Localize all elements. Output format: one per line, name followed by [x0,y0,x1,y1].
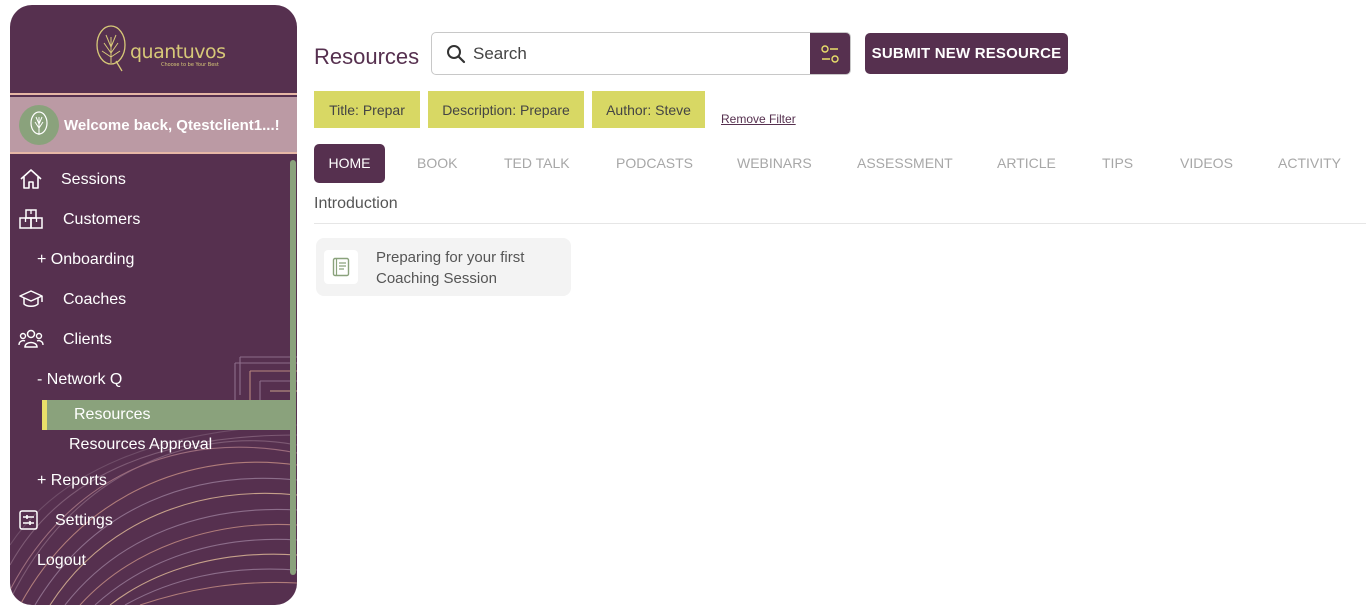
brand-name: quantuvos [130,41,226,63]
sidebar-item-label: + Reports [37,472,107,489]
tree-avatar-icon [30,111,48,135]
search-icon [447,45,466,64]
tree-logo-icon [96,25,126,72]
sidebar-item-resources-approval[interactable]: Resources Approval [10,428,297,462]
sidebar-item-sessions[interactable]: Sessions [10,163,297,197]
tab-article[interactable]: ARTICLE [997,155,1056,171]
sidebar-item-resources[interactable]: Resources [42,400,291,430]
resource-title: Preparing for your first Coaching Sessio… [376,249,525,287]
sidebar-item-label: Customers [63,211,141,228]
category-tabs: HOME BOOK TED TALK PODCASTS WEBINARS ASS… [314,144,1366,183]
tab-activity[interactable]: ACTIVITY [1278,155,1341,171]
brand-tagline: Choose to be Your Best [161,62,219,68]
sidebar-item-label: + Onboarding [37,251,135,268]
sidebar-item-clients[interactable]: Clients [10,323,297,357]
tab-ted-talk[interactable]: TED TALK [504,155,570,171]
sidebar-item-label: Clients [63,331,112,348]
sidebar-item-coaches[interactable]: Coaches [10,283,297,317]
section-title: Introduction [314,195,398,212]
sidebar-item-label: Settings [55,512,113,529]
tab-videos[interactable]: VIDEOS [1180,155,1233,171]
page-title: Resources [314,44,420,69]
sidebar-item-logout[interactable]: Logout [10,544,297,578]
tab-tips[interactable]: TIPS [1102,155,1133,171]
sidebar-item-label: Coaches [63,291,127,308]
tab-book[interactable]: BOOK [417,155,457,171]
boxes-icon [19,209,43,229]
home-icon [20,169,42,189]
sidebar-item-reports[interactable]: + Reports [10,464,297,498]
filter-button[interactable] [810,33,850,74]
sidebar-item-label: Sessions [61,171,126,188]
section-divider [314,223,1366,224]
filter-chip-author[interactable]: Author: Steve [592,91,705,128]
welcome-text: Welcome back, Qtestclient1...! [64,117,280,134]
sidebar-item-label: Resources Approval [69,436,213,453]
filter-chip-title[interactable]: Title: Prepar [314,91,420,128]
sidebar-item-label: - Network Q [37,371,123,388]
tab-assessment[interactable]: ASSESSMENT [857,155,953,171]
tab-home[interactable]: HOME [314,144,385,183]
submit-new-resource-button[interactable]: SUBMIT NEW RESOURCE [865,33,1068,74]
filter-chip-description[interactable]: Description: Prepare [428,91,584,128]
sidebar-item-customers[interactable]: Customers [10,203,297,237]
sidebar-item-label: Logout [37,552,86,569]
users-icon [18,329,44,348]
tab-webinars[interactable]: WEBINARS [737,155,812,171]
sidebar-item-label: Resources [74,406,151,423]
logo-divider [10,93,297,95]
welcome-banner: Welcome back, Qtestclient1...! [10,97,297,154]
settings-panel-icon [19,510,38,530]
sidebar-item-settings[interactable]: Settings [10,504,297,538]
tab-podcasts[interactable]: PODCASTS [616,155,693,171]
brand-logo[interactable]: quantuvos Choose to be Your Best [10,5,297,94]
remove-filter-link[interactable]: Remove Filter [721,112,796,126]
resource-icon-box [324,250,358,284]
sidebar-item-network-q[interactable]: - Network Q [10,363,297,397]
sidebar-scrollbar[interactable] [290,160,296,575]
search-bar [431,32,851,75]
resource-card[interactable]: Preparing for your first Coaching Sessio… [316,238,571,296]
sidebar: quantuvos Choose to be Your Best Welcome… [10,5,297,605]
graduation-cap-icon [19,290,43,307]
sidebar-item-onboarding[interactable]: + Onboarding [10,243,297,277]
book-icon [332,257,350,277]
sliders-icon [821,45,839,63]
avatar[interactable] [19,105,59,145]
search-input[interactable] [473,33,803,74]
